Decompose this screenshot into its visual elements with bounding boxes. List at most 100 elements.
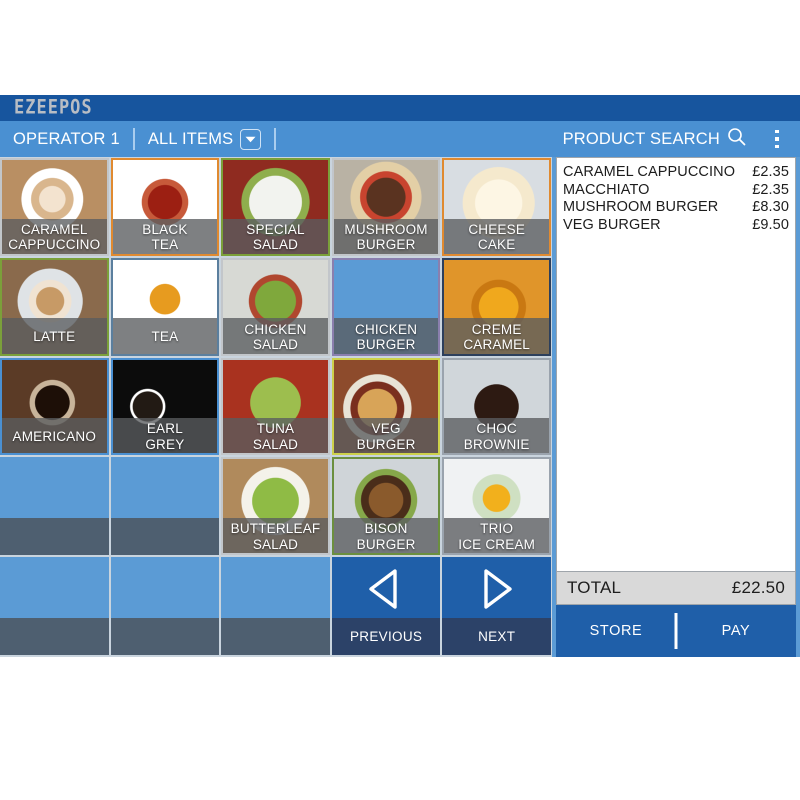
total-value: £22.50 [731,578,785,597]
receipt-line[interactable]: CARAMEL CAPPUCCINO £2.35 [563,164,789,182]
empty-tile[interactable] [0,557,109,655]
receipt-panel: CARAMEL CAPPUCCINO £2.35 MACCHIATO £2.35 MUS… [552,157,800,657]
product-label-line2: CAKE [477,237,516,253]
pos-application: EZEEPOS OPERATOR 1 ALL ITEMS PRODUCT SEA… [0,95,800,657]
product-label-line1: CHEESE [468,221,526,237]
product-label-line2: ICE CREAM [458,536,536,552]
store-button[interactable]: STORE [556,623,676,639]
operator-selector[interactable]: OPERATOR 1 [0,130,133,149]
empty-tile[interactable] [221,557,330,655]
product-label-line1: SPECIAL [246,221,305,237]
next-page-button[interactable]: NEXT [442,557,551,655]
product-tile[interactable]: TUNA SALAD [221,357,330,456]
previous-page-button[interactable]: PREVIOUS [331,557,441,655]
product-tile[interactable]: EARL GREY [110,357,220,456]
app-logo: EZEEPOS [14,95,93,119]
product-label-line2: BURGER [356,536,416,552]
product-tile[interactable]: SPECIAL SALAD [221,158,330,256]
receipt-line[interactable]: MUSHROOM BURGER £8.30 [563,199,789,217]
search-icon[interactable] [727,127,746,151]
product-label-line2: CARAMEL [463,337,531,353]
product-label: TUNA SALAD [221,418,330,456]
product-tile[interactable]: CHOC BROWNIE [442,357,551,456]
triangle-right-icon [442,563,551,618]
product-label: VEG BURGER [331,418,441,456]
product-label-line2: BURGER [356,337,416,353]
nav-button-label: PREVIOUS [331,617,441,655]
pay-button[interactable]: PAY [676,623,796,639]
product-label-line1: CREME [471,321,522,337]
product-label-line2: BURGER [356,237,416,253]
product-label-line2: SALAD [252,536,299,552]
product-label: MUSHROOM BURGER [331,218,441,256]
product-label-line2: TEA [151,237,179,253]
receipt-line[interactable]: MACCHIATO £2.35 [563,182,789,200]
receipt-item-price: £2.35 [752,164,789,180]
product-label: CARAMEL CAPPUCCINO [0,218,109,256]
product-label-line1: VEG [371,421,401,437]
product-label-line1: CHICKEN [355,321,418,337]
product-tile[interactable]: CREME CARAMEL [442,257,551,356]
product-tile[interactable]: CHICKEN BURGER [331,257,441,356]
total-row: TOTAL £22.50 [556,571,796,605]
product-label: LATTE [0,318,109,356]
product-tile[interactable]: BISON BURGER [331,457,441,556]
product-label-line1: CARAMEL [20,221,88,237]
product-tile[interactable]: CHICKEN SALAD [221,257,330,356]
toolbar-divider-2 [274,128,277,150]
product-label-line2: SALAD [252,337,299,353]
product-tile[interactable]: TRIO ICE CREAM [442,457,551,556]
product-label-line1: EARL [146,421,183,437]
product-label-line1: AMERICANO [12,429,97,445]
receipt-item-price: £8.30 [752,199,789,215]
product-label: BUTTERLEAF SALAD [221,518,330,556]
receipt-item-price: £9.50 [752,216,789,233]
action-divider [674,613,678,649]
product-label-line1: LATTE [33,329,76,345]
product-label-line1: TEA [151,329,179,345]
product-label: CHICKEN BURGER [331,318,441,356]
product-tile[interactable]: CARAMEL CAPPUCCINO [0,158,109,256]
product-grid: CARAMEL CAPPUCCINO BLACK TEA SPECIAL SALAD MUS… [0,157,552,657]
product-label: CHICKEN SALAD [221,318,330,356]
product-label: CREME CARAMEL [442,318,551,356]
receipt-item-name: VEG BURGER [563,216,661,233]
product-label: TRIO ICE CREAM [442,518,551,556]
empty-tile[interactable] [0,457,109,556]
product-tile[interactable]: MUSHROOM BURGER [331,158,441,256]
product-tile[interactable]: LATTE [0,257,109,356]
triangle-left-icon [332,563,441,618]
receipt-item-name: MACCHIATO [563,181,650,198]
product-label: BLACK TEA [110,218,220,256]
product-label: AMERICANO [0,418,109,456]
search-area: PRODUCT SEARCH [563,121,800,157]
empty-tile[interactable] [110,557,220,655]
product-tile[interactable]: BUTTERLEAF SALAD [221,457,330,556]
receipt-item-name: MUSHROOM BURGER [563,199,719,215]
category-selector[interactable]: ALL ITEMS [135,128,275,150]
total-label: TOTAL [567,578,622,597]
title-bar: EZEEPOS [0,95,800,121]
kebab-menu-icon[interactable] [760,121,794,157]
product-label: TEA [110,318,220,356]
product-tile[interactable]: VEG BURGER [331,357,441,456]
product-label-line1: TRIO [480,521,514,537]
empty-tile[interactable] [110,457,220,556]
product-label-line2: BURGER [356,436,416,452]
product-tile[interactable]: BLACK TEA [110,158,220,256]
product-label: CHOC BROWNIE [442,418,551,456]
receipt-lines[interactable]: CARAMEL CAPPUCCINO £2.35 MACCHIATO £2.35 MUS… [556,157,796,571]
product-tile[interactable]: TEA [110,257,220,356]
product-tile[interactable]: AMERICANO [0,357,109,456]
operator-label: OPERATOR 1 [13,129,120,148]
product-label: CHEESE CAKE [442,218,551,256]
action-buttons: STORE PAY [556,605,796,657]
product-tile[interactable]: CHEESE CAKE [442,158,551,256]
chevron-down-icon[interactable] [240,128,262,150]
receipt-item-name: CARAMEL CAPPUCCINO [563,164,736,180]
receipt-line[interactable]: VEG BURGER £9.50 [563,217,789,235]
nav-button-label: NEXT [442,617,551,655]
product-label-line2: BROWNIE [463,436,530,452]
product-label: EARL GREY [110,418,220,456]
product-search-button[interactable]: PRODUCT SEARCH [563,127,746,151]
